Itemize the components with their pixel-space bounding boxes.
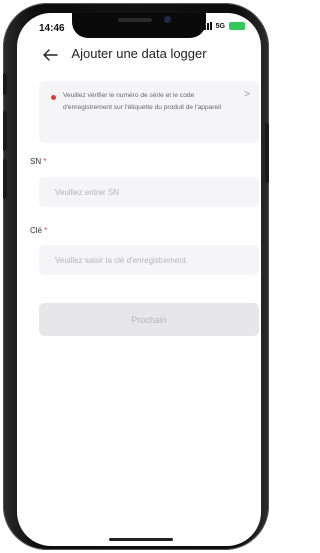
status-icons: 5G bbox=[200, 22, 245, 30]
volume-down-button bbox=[3, 159, 7, 199]
power-button bbox=[265, 123, 269, 183]
info-notice[interactable]: Veuillez vérifier le numéro de série et … bbox=[39, 81, 259, 143]
volume-up-button bbox=[3, 111, 7, 151]
notice-text: Veuillez vérifier le numéro de série et … bbox=[63, 92, 222, 111]
key-label-text: Clé bbox=[30, 226, 43, 235]
key-label: Clé * bbox=[30, 226, 47, 235]
chevron-right-icon: > bbox=[244, 89, 250, 100]
phone-frame: 14:46 5G Ajouter une data logger Veuille… bbox=[3, 3, 269, 550]
required-mark: * bbox=[44, 226, 48, 235]
page-title: Ajouter une data logger bbox=[71, 46, 207, 61]
front-camera bbox=[164, 16, 171, 23]
alert-dot-icon bbox=[51, 95, 56, 100]
header: Ajouter une data logger bbox=[17, 43, 261, 69]
next-button[interactable]: Prochain bbox=[39, 303, 259, 336]
speaker-grille bbox=[118, 18, 152, 22]
sn-label-text: SN bbox=[30, 157, 42, 166]
sn-input[interactable] bbox=[39, 177, 259, 207]
sn-label: SN * bbox=[30, 157, 46, 166]
phone-screen: 14:46 5G Ajouter une data logger Veuille… bbox=[17, 13, 261, 546]
home-indicator bbox=[109, 538, 173, 541]
status-time: 14:46 bbox=[39, 23, 65, 34]
registration-key-input[interactable] bbox=[39, 245, 259, 275]
required-mark: * bbox=[43, 157, 47, 166]
battery-icon bbox=[229, 22, 245, 30]
network-label: 5G bbox=[215, 22, 225, 30]
signal-icon bbox=[200, 22, 212, 30]
mute-switch bbox=[3, 73, 7, 95]
notch bbox=[72, 13, 206, 38]
